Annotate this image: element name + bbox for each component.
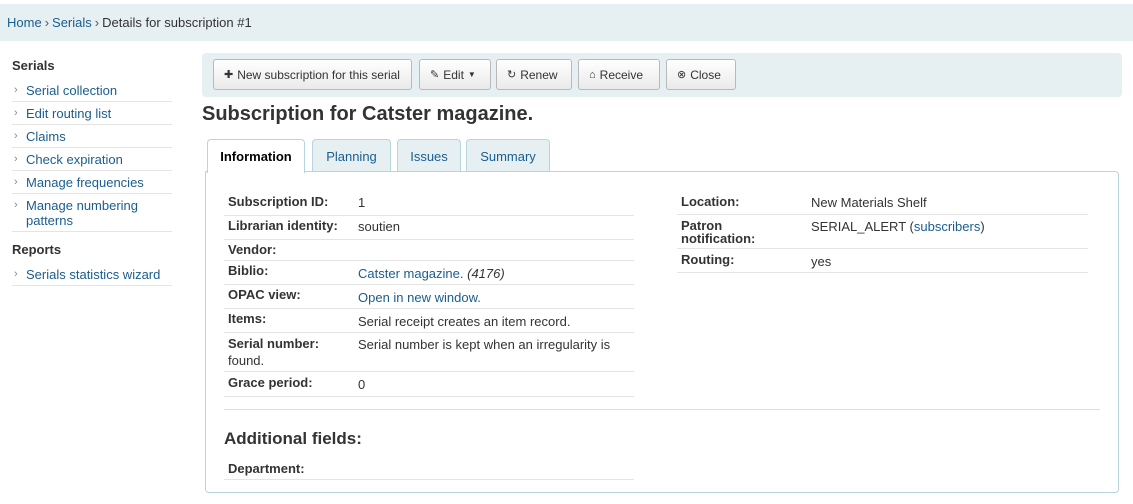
field-row-grace-period: Grace period: 0 xyxy=(224,372,634,397)
bullet-icon: › xyxy=(14,268,18,280)
sidebar-link-serial-collection[interactable]: Serial collection xyxy=(26,83,117,98)
sidebar-serials-list: › Serial collection › Edit routing list › C… xyxy=(12,79,172,232)
paren-close: ) xyxy=(980,219,985,234)
sidebar-link-check-expiration[interactable]: Check expiration xyxy=(26,152,123,167)
sidebar-reports-list: › Serials statistics wizard xyxy=(12,263,172,286)
field-value: Serial receipt creates an item record. xyxy=(358,314,571,329)
tab-issues[interactable]: Issues xyxy=(397,139,461,172)
field-label: Location: xyxy=(681,194,740,209)
breadcrumb-separator: › xyxy=(94,15,100,30)
sidebar: Serials › Serial collection › Edit routing… xyxy=(12,58,172,296)
alert-type: SERIAL_ALERT xyxy=(811,219,906,234)
sidebar-link-manage-numbering-patterns[interactable]: Manage numbering patterns xyxy=(26,198,138,228)
field-row-routing: Routing: yes xyxy=(677,249,1088,273)
sidebar-heading-reports: Reports xyxy=(12,242,62,257)
field-row-location: Location: New Materials Shelf xyxy=(677,192,1088,215)
renew-label: Renew xyxy=(520,67,558,82)
subscribers-link[interactable]: subscribers xyxy=(914,219,980,234)
field-label: Items: xyxy=(228,311,267,326)
field-label: Subscription ID: xyxy=(228,194,329,209)
new-subscription-button[interactable]: ✚ New subscription for this serial xyxy=(213,59,412,90)
sidebar-link-edit-routing-list[interactable]: Edit routing list xyxy=(26,106,111,121)
field-row-patron-notification: Patron notification: SERIAL_ALERT (subsc… xyxy=(677,215,1088,249)
receive-label: Receive xyxy=(599,67,644,82)
bullet-icon: › xyxy=(14,84,18,96)
sidebar-link-serials-statistics-wizard[interactable]: Serials statistics wizard xyxy=(26,267,160,282)
field-value: 0 xyxy=(358,377,366,392)
breadcrumb-separator: › xyxy=(44,15,50,30)
field-row-subscription-id: Subscription ID: 1 xyxy=(224,192,634,216)
sidebar-item-manage-numbering-patterns: › Manage numbering patterns xyxy=(12,194,172,232)
bullet-icon: › xyxy=(14,107,18,119)
breadcrumb-serials[interactable]: Serials xyxy=(52,15,92,30)
tab-planning[interactable]: Planning xyxy=(312,139,391,172)
renew-button[interactable]: ↻ Renew xyxy=(496,59,572,90)
close-button[interactable]: ⊗ Close xyxy=(666,59,736,90)
toolbar: ✚ New subscription for this serial ✎ Edi… xyxy=(202,53,1122,97)
sidebar-item-serial-collection: › Serial collection xyxy=(12,79,172,102)
field-label: Grace period: xyxy=(228,375,313,390)
field-row-items: Items: Serial receipt creates an item re… xyxy=(224,309,634,333)
field-value: Open in new window. xyxy=(358,289,481,306)
field-row-librarian-identity: Librarian identity: soutien xyxy=(224,216,634,240)
bullet-icon: › xyxy=(14,130,18,142)
biblio-link[interactable]: Catster magazine. xyxy=(358,266,464,281)
sidebar-item-serials-statistics-wizard: › Serials statistics wizard xyxy=(12,263,172,286)
new-subscription-label: New subscription for this serial xyxy=(237,67,400,82)
field-row-department: Department: xyxy=(224,458,634,480)
sidebar-link-manage-frequencies[interactable]: Manage frequencies xyxy=(26,175,144,190)
sidebar-item-claims: › Claims xyxy=(12,125,172,148)
section-divider xyxy=(224,409,1100,410)
plus-icon: ✚ xyxy=(224,69,234,81)
biblio-number: (4176) xyxy=(467,266,505,281)
edit-dropdown-button[interactable]: ✎ Edit ▼ xyxy=(419,59,491,90)
bullet-icon: › xyxy=(14,153,18,165)
tab-information[interactable]: Information xyxy=(207,139,305,173)
edit-label: Edit xyxy=(443,67,464,82)
bullet-icon: › xyxy=(14,199,18,211)
sidebar-heading-serials: Serials xyxy=(12,58,55,73)
opac-link[interactable]: Open in new window. xyxy=(358,290,481,305)
breadcrumb-current: Details for subscription #1 xyxy=(102,15,252,30)
field-value: Catster magazine. (4176) xyxy=(358,265,505,282)
field-label: Librarian identity: xyxy=(228,218,338,233)
tab-summary[interactable]: Summary xyxy=(466,139,550,172)
inbox-icon: ⌂ xyxy=(589,68,596,81)
field-label-continuation: notification: xyxy=(681,231,756,246)
refresh-icon: ↻ xyxy=(507,69,517,81)
sidebar-item-check-expiration: › Check expiration xyxy=(12,148,172,171)
page-title: Subscription for Catster magazine. xyxy=(202,103,534,125)
additional-fields-heading: Additional fields: xyxy=(224,429,362,448)
sidebar-item-manage-frequencies: › Manage frequencies xyxy=(12,171,172,194)
sidebar-item-edit-routing-list: › Edit routing list xyxy=(12,102,172,125)
field-value: Serial number is kept when an irregulari… xyxy=(358,337,611,352)
field-label: Biblio: xyxy=(228,263,269,278)
information-panel: Subscription ID: 1 Librarian identity: s… xyxy=(205,171,1119,493)
field-value: 1 xyxy=(358,195,366,210)
breadcrumb: Home › Serials › Details for subscription #1 xyxy=(0,4,1133,41)
field-label: Vendor: xyxy=(228,242,277,257)
sidebar-link-claims[interactable]: Claims xyxy=(26,129,66,144)
paren-open: ( xyxy=(905,219,914,234)
field-row-opac-view: OPAC view: Open in new window. xyxy=(224,285,634,309)
field-label: Department: xyxy=(228,461,305,476)
bullet-icon: › xyxy=(14,176,18,188)
field-label-continuation: found. xyxy=(228,353,265,368)
close-label: Close xyxy=(690,67,721,82)
breadcrumb-home[interactable]: Home xyxy=(7,15,42,30)
field-value: SERIAL_ALERT (subscribers) xyxy=(811,218,985,235)
pencil-icon: ✎ xyxy=(430,69,440,81)
field-label: OPAC view: xyxy=(228,287,301,302)
field-value: soutien xyxy=(358,219,400,234)
receive-button[interactable]: ⌂ Receive xyxy=(578,59,660,90)
field-row-biblio: Biblio: Catster magazine. (4176) xyxy=(224,261,634,285)
field-row-serial-number: Serial number: found. Serial number is k… xyxy=(224,333,634,372)
field-value: New Materials Shelf xyxy=(811,195,927,210)
field-row-vendor: Vendor: xyxy=(224,240,634,261)
caret-down-icon: ▼ xyxy=(467,70,476,79)
field-label: Routing: xyxy=(681,252,735,267)
field-value: yes xyxy=(811,254,832,269)
field-label: Serial number: xyxy=(228,336,320,351)
close-circle-icon: ⊗ xyxy=(677,69,687,81)
